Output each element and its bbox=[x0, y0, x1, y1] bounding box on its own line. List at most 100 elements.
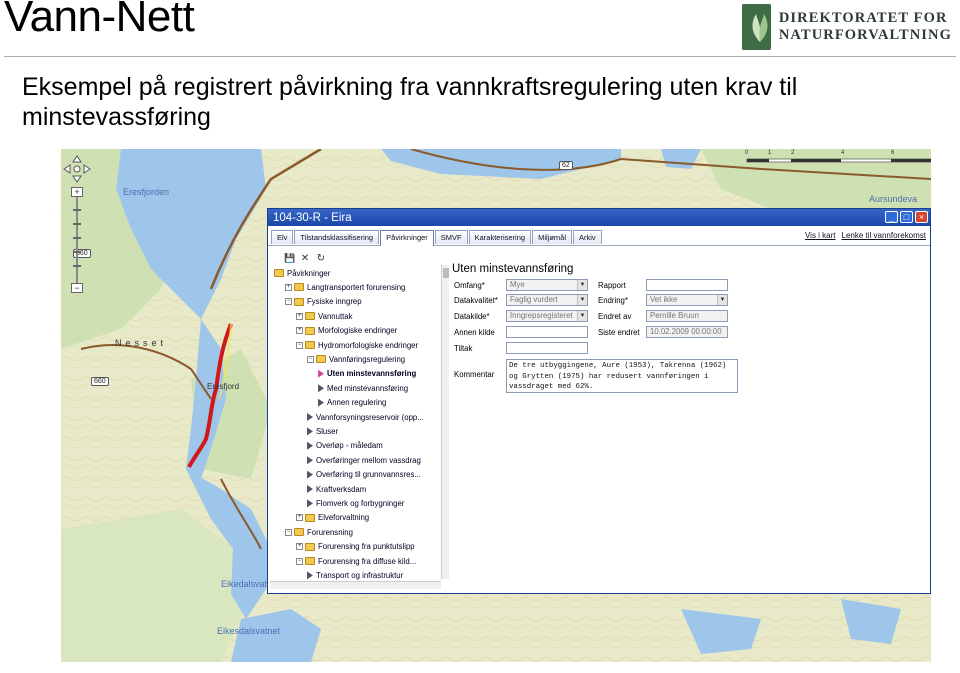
folder-icon bbox=[274, 269, 284, 277]
chevron-down-icon: ▼ bbox=[717, 295, 727, 305]
chevron-down-icon: ▼ bbox=[577, 295, 587, 305]
tab-pavirkninger[interactable]: Påvirkninger bbox=[380, 230, 434, 246]
kommentar-textarea[interactable]: De tre utbyggingene, Aure (1953), Takren… bbox=[506, 359, 738, 393]
document-icon bbox=[307, 499, 313, 508]
annen-kilde-input[interactable] bbox=[506, 326, 588, 338]
show-in-map-link[interactable]: Vis i kart bbox=[805, 231, 836, 240]
expand-icon[interactable]: + bbox=[285, 283, 292, 291]
kommentar-label: Kommentar bbox=[454, 370, 495, 379]
tree-item[interactable]: Transport og infrastruktur bbox=[307, 569, 403, 581]
siste-endret-field: 10.02.2009 00:00:00 bbox=[646, 326, 728, 338]
folder-icon bbox=[294, 297, 304, 306]
slide: Vann-Nett DIREKTORATET FOR NATURFORVALTN… bbox=[0, 0, 960, 673]
expand-icon[interactable]: + bbox=[296, 312, 303, 320]
folder-icon bbox=[316, 355, 326, 364]
tree-horizontal-scrollbar[interactable] bbox=[270, 581, 441, 589]
datakilde-select[interactable]: Inngrepsregisteret ▼ bbox=[506, 310, 588, 322]
rapport-label: Rapport bbox=[598, 281, 626, 290]
tree-item-label: Elveforvaltning bbox=[318, 513, 370, 523]
folder-icon bbox=[294, 528, 304, 537]
minimize-button[interactable]: _ bbox=[885, 211, 898, 223]
scale-label: 4 bbox=[841, 150, 845, 156]
tree-item[interactable]: Overløp - måledam bbox=[307, 440, 383, 452]
tree-item[interactable]: Med minstevannsføring bbox=[318, 382, 408, 394]
tree-item[interactable]: + Elveforvaltning bbox=[296, 512, 369, 524]
tree-item-label: Langtransportert forurensing bbox=[307, 282, 406, 292]
tiltak-input[interactable] bbox=[506, 342, 588, 354]
logo-text: DIREKTORATET FOR NATURFORVALTNING bbox=[779, 10, 952, 44]
tab-smvf[interactable]: SMVF bbox=[434, 230, 468, 244]
tree-item[interactable]: + Morfologiske endringer bbox=[296, 325, 397, 337]
pan-control[interactable] bbox=[63, 155, 91, 183]
tab-karakterisering[interactable]: Karakterisering bbox=[468, 230, 532, 244]
tree-item-label: Morfologiske endringer bbox=[318, 326, 398, 336]
endring-select[interactable]: Vet ikke ▼ bbox=[646, 294, 728, 306]
datakvalitet-select[interactable]: Faglig vurdert ▼ bbox=[506, 294, 588, 306]
scale-label: 2 bbox=[791, 150, 795, 156]
tree-item-label: Overføring til grunnvannsres... bbox=[316, 470, 421, 480]
collapse-icon[interactable]: − bbox=[296, 341, 303, 349]
scale-label: 0 bbox=[745, 150, 749, 156]
map-label-eikesdalsvatnet: Eikesdalsvatnet bbox=[217, 626, 281, 636]
collapse-icon[interactable]: − bbox=[285, 298, 292, 306]
waterbody-link[interactable]: Lenke til vannforekomst bbox=[842, 231, 927, 240]
close-button[interactable]: × bbox=[915, 211, 928, 223]
document-icon bbox=[307, 427, 313, 436]
tree-item-label: Vannuttak bbox=[318, 311, 353, 321]
pressure-form: Uten minstevannsføring Omfang* Mye ▼ Data… bbox=[450, 263, 930, 583]
tree-item[interactable]: Annen regulering bbox=[318, 397, 386, 409]
omfang-select[interactable]: Mye ▼ bbox=[506, 279, 588, 291]
document-icon bbox=[318, 369, 324, 378]
title-divider bbox=[4, 56, 956, 57]
tree-item[interactable]: − Hydromorfologiske endringer bbox=[296, 339, 418, 351]
datakilde-label: Datakilde* bbox=[454, 312, 490, 321]
tab-miljomal[interactable]: Miljømål bbox=[532, 230, 572, 244]
delete-icon[interactable]: ✕ bbox=[300, 253, 310, 264]
collapse-icon[interactable]: − bbox=[285, 528, 292, 536]
tree-item[interactable]: Kraftverksdam bbox=[307, 483, 366, 495]
tree-item[interactable]: + Forurensing fra punktutslipp bbox=[296, 541, 415, 553]
tree-vertical-scrollbar[interactable] bbox=[441, 265, 449, 579]
tree-item[interactable]: Overføringer mellom vassdrag bbox=[307, 454, 421, 466]
expand-icon[interactable]: + bbox=[296, 514, 303, 522]
tree-item-label: Forurensing fra diffuse kild... bbox=[318, 556, 417, 566]
collapse-icon[interactable]: − bbox=[296, 557, 303, 565]
tree-item-label: Påvirkninger bbox=[287, 268, 331, 278]
zoom-slider[interactable]: + − bbox=[71, 187, 83, 297]
tree-item[interactable]: + Vannuttak bbox=[296, 310, 353, 322]
tree-item[interactable]: − Forurensning bbox=[285, 526, 353, 538]
zoom-in-button[interactable]: + bbox=[71, 187, 83, 197]
window-titlebar[interactable]: 104-30-R - Eira _ □ × bbox=[268, 209, 930, 226]
waterbody-window: 104-30-R - Eira _ □ × Elv Tilstandsklass… bbox=[267, 208, 931, 594]
expand-icon[interactable]: + bbox=[296, 327, 303, 335]
document-icon bbox=[307, 441, 313, 450]
endret-av-field: Pernille Bruun bbox=[646, 310, 728, 322]
map-label-eresfjord: Eresfjord bbox=[207, 382, 240, 391]
tree-item-label: Forurensing fra punktutslipp bbox=[318, 542, 415, 552]
tree-item[interactable]: Sluser bbox=[307, 425, 338, 437]
collapse-icon[interactable]: − bbox=[307, 355, 314, 363]
zoom-out-button[interactable]: − bbox=[71, 283, 83, 293]
tree-item[interactable]: Overføring til grunnvannsres... bbox=[307, 469, 421, 481]
tree-item[interactable]: Vannforsyningsreservoir (opp... bbox=[307, 411, 424, 423]
tree-item-label: Transport og infrastruktur bbox=[316, 570, 404, 580]
tree-item[interactable]: Flomverk og forbygninger bbox=[307, 497, 404, 509]
slide-title: Vann-Nett bbox=[4, 0, 195, 41]
maximize-button[interactable]: □ bbox=[900, 211, 913, 223]
tab-arkiv[interactable]: Arkiv bbox=[573, 230, 602, 244]
tab-elv[interactable]: Elv bbox=[271, 230, 294, 244]
tree-item[interactable]: Påvirkninger bbox=[274, 267, 330, 279]
folder-icon bbox=[294, 283, 304, 292]
tree-item[interactable]: + Langtransportert forurensing bbox=[285, 281, 405, 293]
expand-icon[interactable]: + bbox=[296, 543, 303, 551]
tree-item[interactable]: − Forurensing fra diffuse kild... bbox=[296, 555, 416, 567]
tree-item[interactable]: − Vannføringsregulering bbox=[307, 353, 405, 365]
refresh-icon[interactable]: ↻ bbox=[316, 253, 326, 264]
tree-item[interactable]: Uten minstevannsføring bbox=[318, 368, 416, 380]
map-view[interactable]: Eresfjorden Nesset Eresfjord Eikedalsvat… bbox=[61, 149, 931, 662]
save-icon[interactable]: 💾 bbox=[284, 253, 295, 264]
tab-tilstandsklassifisering[interactable]: Tilstandsklassifisering bbox=[294, 230, 380, 244]
chevron-down-icon: ▼ bbox=[577, 311, 587, 321]
tree-item[interactable]: − Fysiske inngrep bbox=[285, 296, 362, 308]
rapport-input[interactable] bbox=[646, 279, 728, 291]
